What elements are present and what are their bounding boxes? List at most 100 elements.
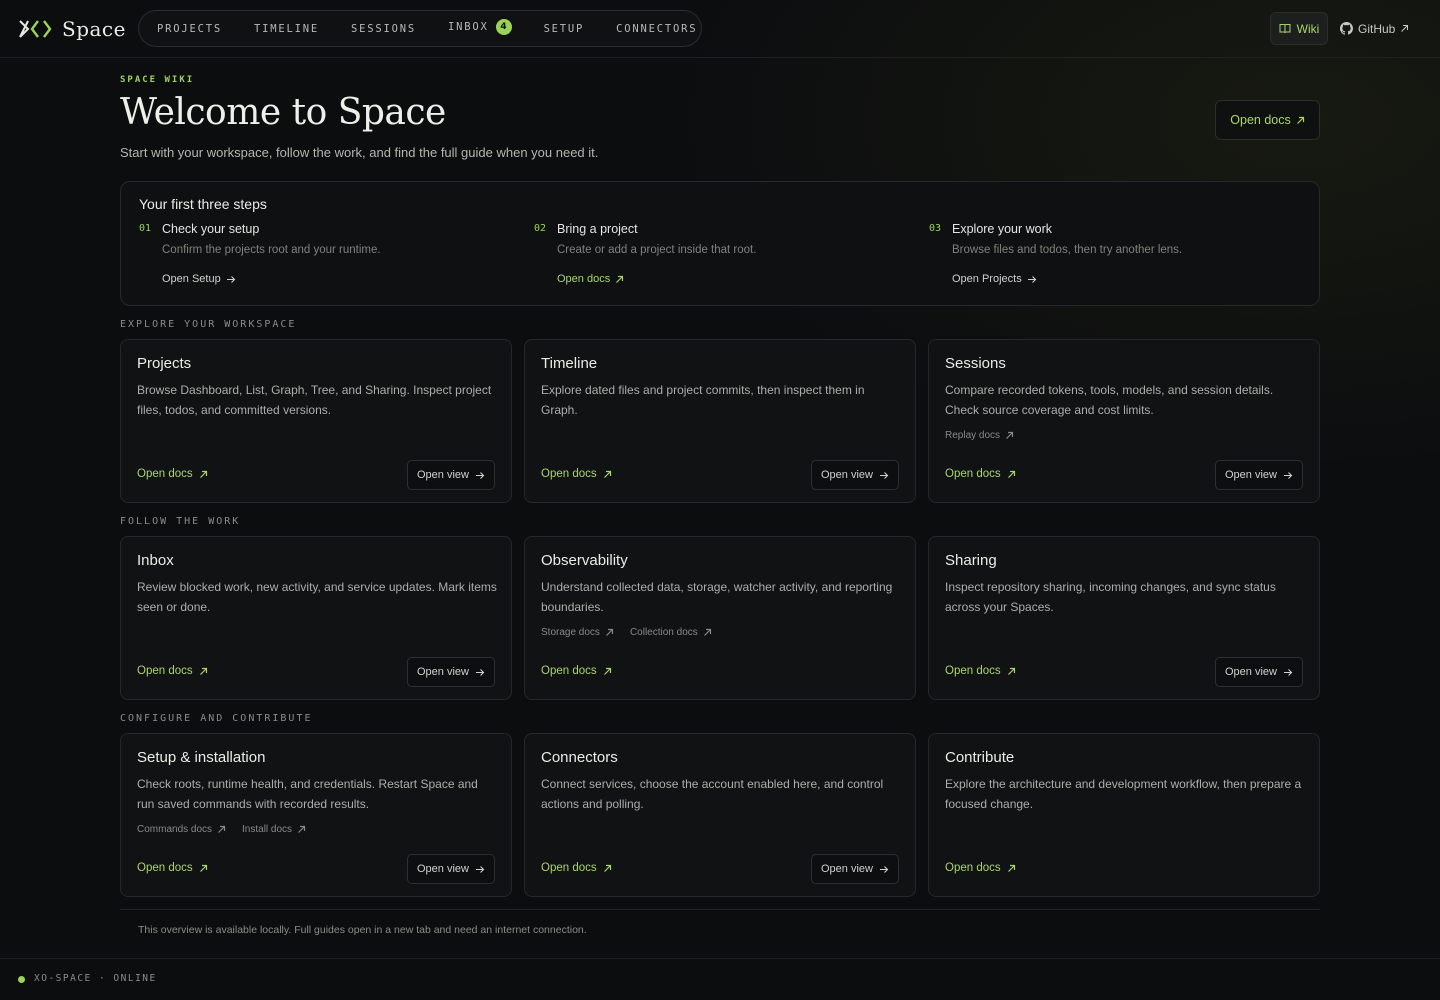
open-view-button[interactable]: Open view	[811, 854, 899, 884]
nav-label: TIMELINE	[253, 22, 319, 35]
footer-note: This overview is available locally. Full…	[138, 924, 587, 936]
open-projects-link[interactable]: Open Projects	[952, 273, 1037, 285]
step-title: Explore your work	[952, 222, 1053, 236]
open-docs-link[interactable]: Open docs	[945, 862, 1016, 874]
card-sublinks: Replay docs	[945, 430, 1014, 441]
open-view-button[interactable]: Open view	[1215, 657, 1303, 687]
nav-label: INBOX	[447, 21, 489, 33]
open-setup-link[interactable]: Open Setup	[162, 273, 236, 285]
sub-doc-label: Replay docs	[945, 430, 1001, 441]
open-docs-label: Open docs	[945, 862, 1001, 874]
open-docs-link[interactable]: Open docs	[137, 862, 208, 874]
page-eyebrow: SPACE WIKI	[120, 75, 195, 85]
external-link-icon	[1401, 25, 1409, 32]
card-projects: Projects Browse Dashboard, List, Graph, T…	[120, 339, 512, 503]
nav-setup[interactable]: SETUP	[544, 23, 585, 35]
card-title: Contribute	[945, 749, 1015, 766]
open-view-button[interactable]: Open view	[407, 854, 495, 884]
open-docs-label: Open docs	[541, 665, 597, 677]
open-view-button[interactable]: Open view	[1215, 460, 1303, 490]
step-number: 01	[139, 223, 152, 234]
card-setup-installation: Setup & installation Check roots, runtime…	[120, 733, 512, 897]
wiki-label: Wiki	[1296, 21, 1320, 36]
step-link-label: Open Setup	[162, 273, 221, 285]
open-view-button[interactable]: Open view	[407, 460, 495, 490]
open-docs-link[interactable]: Open docs	[137, 468, 208, 480]
open-docs-label: Open docs	[137, 468, 193, 480]
card-description: Inspect repository sharing, incoming cha…	[945, 580, 1276, 614]
external-link-icon	[1007, 470, 1015, 478]
arrow-right-icon	[1027, 275, 1036, 283]
arrow-right-icon	[1283, 668, 1293, 676]
card-description: Understand collected data, storage, watc…	[541, 580, 893, 614]
open-view-label: Open view	[821, 863, 873, 875]
top-bar: Space PROJECTS TIMELINE SESSIONS INBOX 4 …	[0, 0, 1440, 58]
open-view-button[interactable]: Open view	[811, 460, 899, 490]
sub-doc-link[interactable]: Install docs	[242, 824, 306, 835]
sub-doc-link[interactable]: Replay docs	[945, 430, 1014, 441]
open-docs-link[interactable]: Open docs	[557, 273, 624, 285]
sub-doc-label: Commands docs	[137, 824, 213, 835]
open-view-button[interactable]: Open view	[407, 657, 495, 687]
external-link-icon	[1296, 116, 1304, 124]
open-docs-link[interactable]: Open docs	[541, 665, 612, 677]
open-docs-label: Open docs	[945, 665, 1001, 677]
wiki-button[interactable]: Wiki	[1270, 12, 1328, 45]
card-title: Sessions	[945, 355, 1006, 372]
arrow-right-icon	[475, 668, 485, 676]
book-icon	[1279, 24, 1291, 34]
nav-connectors[interactable]: CONNECTORS	[616, 23, 697, 35]
status-text: XO-SPACE · ONLINE	[34, 973, 157, 984]
section-label-explore: EXPLORE YOUR WORKSPACE	[120, 319, 297, 330]
status-bar	[0, 958, 1440, 1000]
brand[interactable]: Space	[18, 17, 126, 41]
external-link-icon	[616, 275, 624, 283]
brand-name: Space	[62, 17, 126, 41]
github-link[interactable]: GitHub	[1340, 12, 1409, 45]
nav-inbox[interactable]: INBOX 4	[448, 19, 512, 35]
sub-doc-label: Collection docs	[629, 627, 698, 638]
step-number: 03	[929, 223, 942, 234]
section-label-follow: FOLLOW THE WORK	[120, 516, 241, 527]
nav-label: SESSIONS	[350, 22, 416, 35]
open-docs-link[interactable]: Open docs	[137, 665, 208, 677]
nav-timeline[interactable]: TIMELINE	[254, 23, 319, 35]
sub-doc-link[interactable]: Storage docs	[541, 627, 614, 638]
open-docs-link[interactable]: Open docs	[945, 468, 1016, 480]
external-link-icon	[298, 825, 306, 833]
step-description: Browse files and todos, then try another…	[952, 244, 1183, 256]
arrow-right-icon	[475, 471, 485, 479]
step-description: Confirm the projects root and your runti…	[162, 244, 381, 256]
card-description: Connect services, choose the account ena…	[541, 777, 884, 811]
nav-sessions[interactable]: SESSIONS	[351, 23, 416, 35]
card-title: Observability	[541, 552, 628, 569]
open-docs-link[interactable]: Open docs	[945, 665, 1016, 677]
step-title: Check your setup	[162, 222, 260, 236]
card-title: Setup & installation	[137, 749, 266, 766]
open-docs-link[interactable]: Open docs	[541, 862, 612, 874]
section-label-configure: CONFIGURE AND CONTRIBUTE	[120, 713, 313, 724]
sub-doc-label: Install docs	[242, 824, 293, 835]
card-contribute: Contribute Explore the architecture and d…	[928, 733, 1320, 897]
external-link-icon	[606, 628, 614, 636]
nav-label: PROJECTS	[157, 22, 222, 35]
sub-doc-link[interactable]: Commands docs	[137, 824, 226, 835]
nav-projects[interactable]: PROJECTS	[157, 23, 222, 35]
step-number: 02	[534, 223, 547, 234]
github-label: GitHub	[1358, 21, 1396, 36]
card-description: Check roots, runtime health, and credent…	[137, 777, 478, 811]
arrow-right-icon	[879, 471, 889, 479]
open-view-label: Open view	[1225, 666, 1277, 678]
steps-title: Your first three steps	[139, 196, 267, 212]
footer-divider	[120, 909, 1320, 910]
open-docs-label: Open docs	[137, 862, 193, 874]
card-title: Timeline	[541, 355, 598, 372]
external-link-icon	[603, 470, 611, 478]
sub-doc-link[interactable]: Collection docs	[630, 627, 712, 638]
sub-doc-label: Storage docs	[541, 627, 600, 638]
open-docs-button[interactable]: Open docs	[1215, 100, 1320, 140]
card-description: Explore dated files and project commits,…	[541, 383, 865, 417]
step-link-label: Open Projects	[952, 273, 1022, 285]
card-connectors: Connectors Connect services, choose the a…	[524, 733, 916, 897]
open-docs-link[interactable]: Open docs	[541, 468, 612, 480]
